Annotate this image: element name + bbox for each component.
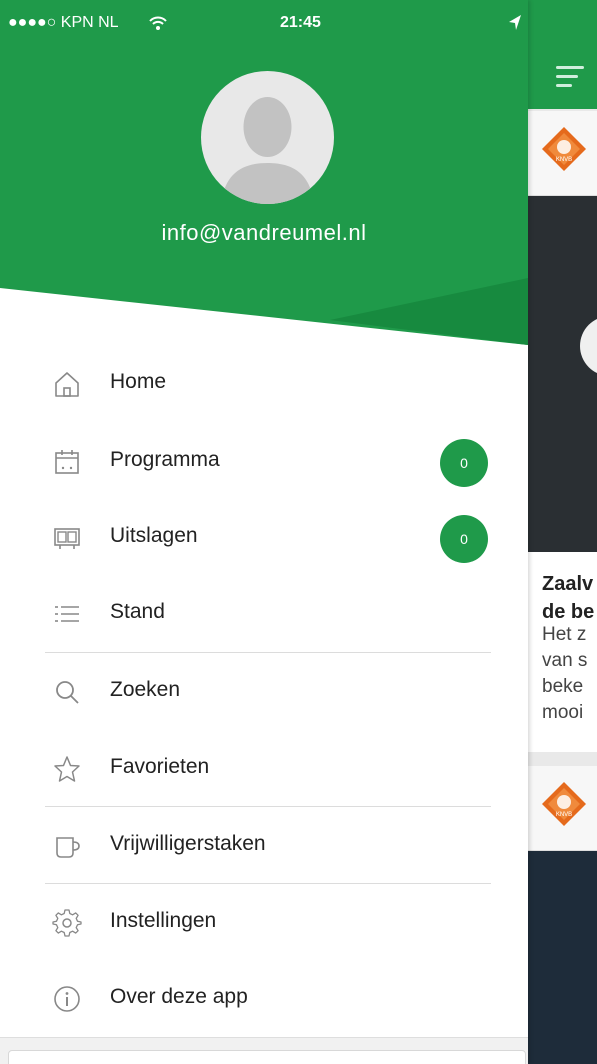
menu-item-home[interactable]: Home xyxy=(0,345,528,421)
menu-item-programma[interactable]: Programma 0 xyxy=(0,423,528,499)
user-silhouette-icon xyxy=(221,97,314,204)
news-card-image[interactable] xyxy=(528,196,597,552)
count-badge: 0 xyxy=(440,439,488,487)
count-badge: 0 xyxy=(440,515,488,563)
menu-item-label: Over deze app xyxy=(110,985,248,1008)
menu-item-stand[interactable]: Stand xyxy=(0,575,528,651)
gear-icon xyxy=(52,909,82,937)
drawer-header: ●●●●○ KPN NL 21:45 info@vandreumel.nl xyxy=(0,0,528,345)
hamburger-menu-icon[interactable] xyxy=(556,66,584,88)
menu-item-label: Uitslagen xyxy=(110,524,198,547)
menu-item-favorieten[interactable]: Favorieten xyxy=(0,730,528,806)
scoreboard-icon xyxy=(54,528,80,549)
knvb-logo-icon: KNVB xyxy=(542,127,586,171)
cup-icon xyxy=(56,837,80,858)
star-icon xyxy=(54,756,80,782)
menu-item-label: Home xyxy=(110,370,167,393)
calendar-icon xyxy=(55,450,79,474)
news-card-text-line: beke xyxy=(542,676,584,697)
list-icon xyxy=(55,606,79,622)
drawer-footer-field[interactable] xyxy=(8,1050,526,1064)
football-image xyxy=(580,316,597,376)
location-arrow-icon xyxy=(509,15,521,30)
status-time: 21:45 xyxy=(280,14,321,31)
search-icon xyxy=(56,681,79,704)
menu-item-label: Vrijwilligerstaken xyxy=(110,832,266,855)
news-card-image[interactable] xyxy=(528,851,597,1064)
news-card-text-line: van s xyxy=(542,650,588,671)
avatar[interactable] xyxy=(201,71,334,204)
news-card-text-line: mooi xyxy=(542,702,584,723)
news-card-text-line: Het z xyxy=(542,624,587,645)
status-carrier: ●●●●○ KPN NL xyxy=(8,14,119,31)
menu-item-label: Favorieten xyxy=(110,755,210,778)
menu-item-uitslagen[interactable]: Uitslagen 0 xyxy=(0,499,528,575)
info-icon xyxy=(54,986,80,1012)
news-card-title-line: Zaalv xyxy=(542,573,594,595)
navigation-drawer: ●●●●○ KPN NL 21:45 info@vandreumel.nl Ho… xyxy=(0,0,528,1064)
svg-text:KNVB: KNVB xyxy=(556,812,572,818)
menu-item-zoeken[interactable]: Zoeken xyxy=(0,653,528,729)
menu-item-label: Stand xyxy=(110,600,165,623)
profile-email: info@vandreumel.nl xyxy=(161,220,367,245)
knvb-logo-icon: KNVB xyxy=(542,782,586,826)
wifi-icon xyxy=(149,16,167,30)
menu-item-vrijwilligerstaken[interactable]: Vrijwilligerstaken xyxy=(0,807,528,883)
menu-item-over-deze-app[interactable]: Over deze app xyxy=(0,960,528,1036)
menu-item-label: Zoeken xyxy=(110,678,181,701)
menu-item-label: Programma xyxy=(110,448,220,471)
home-icon xyxy=(55,372,79,397)
menu-item-label: Instellingen xyxy=(110,909,217,932)
menu-item-instellingen[interactable]: Instellingen xyxy=(0,884,528,960)
svg-text:KNVB: KNVB xyxy=(556,157,572,163)
